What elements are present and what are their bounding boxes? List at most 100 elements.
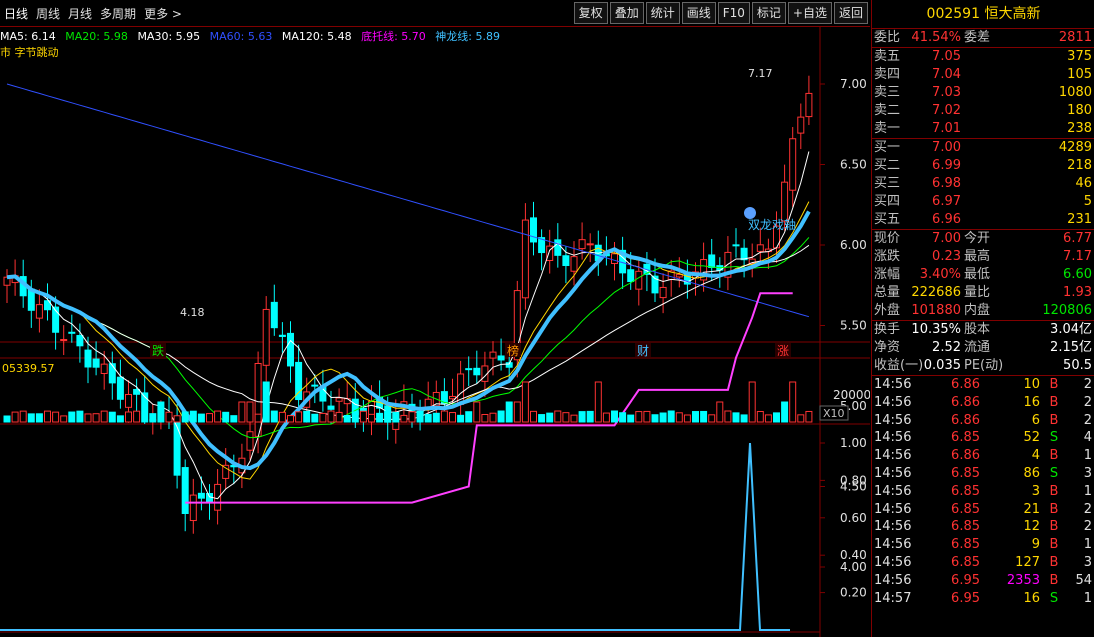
ask-row-3[interactable]: 卖二 7.02 180 (872, 102, 1094, 120)
volume-bar (270, 410, 278, 423)
volume-bar (440, 410, 448, 423)
tick-count: 2 (1083, 412, 1092, 428)
volume-bar (222, 411, 230, 423)
volume-bar (756, 410, 764, 423)
toolbar-button-6[interactable]: +自选 (787, 2, 832, 24)
tick-side: B (1049, 483, 1059, 499)
tick-list[interactable]: 14:56 6.86 10 B 2 14:56 6.86 16 B 2 14:56 6.86 6 B 2 14… (872, 376, 1094, 607)
volume-bar (287, 415, 294, 423)
toolbar-button-3[interactable]: 画线 (681, 2, 716, 24)
volume-bar (84, 413, 92, 423)
stat-label: 内盘 (964, 303, 991, 318)
ask-row-4[interactable]: 卖一 7.01 238 (872, 120, 1094, 138)
stat-label: 最低 (964, 267, 991, 282)
tick-row: 14:56 6.86 16 B 2 (872, 394, 1094, 412)
volume-bar (789, 381, 797, 423)
candle-body (287, 332, 294, 367)
high-label: 7.17 (748, 67, 773, 80)
period-tab-4[interactable]: 更多 > (144, 7, 182, 21)
bid-row-4[interactable]: 买五 6.96 231 (872, 211, 1094, 229)
fund-label: 股本 (964, 322, 991, 337)
tick-price: 6.85 (951, 465, 980, 481)
volume-bar (133, 410, 141, 423)
candle-body (554, 239, 562, 256)
ma30-line (6, 244, 810, 421)
period-tab-2[interactable]: 月线 (68, 7, 92, 21)
candle-body (611, 253, 618, 264)
ask-row-0[interactable]: 卖五 7.05 375 (872, 48, 1094, 66)
volume-bar (675, 412, 683, 423)
tick-row: 14:56 6.85 86 S 3 (872, 465, 1094, 483)
toolbar-button-1[interactable]: 叠加 (609, 2, 644, 24)
kline-chart[interactable]: 7.507.006.506.005.505.004.504.007.174.18… (0, 0, 870, 637)
price-axis-label: 7.00 (840, 77, 867, 91)
volume-bar (513, 401, 521, 423)
bid-row-0[interactable]: 买一 7.00 4289 (872, 139, 1094, 157)
fund-value: 2.52 (932, 340, 961, 355)
bid-row-2[interactable]: 买三 6.98 46 (872, 175, 1094, 193)
ma20-value: MA20: 5.98 (65, 30, 128, 43)
stock-code: 002591 (926, 6, 980, 22)
tick-count: 2 (1083, 394, 1092, 410)
candle-body (84, 349, 92, 368)
bid-row-3-price: 6.97 (932, 194, 961, 209)
volume-unit-label: X10 (823, 407, 845, 420)
period-tab-0[interactable]: 日线 (4, 7, 28, 21)
bid-row-1[interactable]: 买二 6.99 218 (872, 157, 1094, 175)
period-tab-1[interactable]: 周线 (36, 7, 60, 21)
volume-bar (748, 381, 756, 423)
toolbar-button-4[interactable]: F10 (717, 2, 750, 24)
event-mark: 跌 (152, 343, 164, 358)
toolbar-button-5[interactable]: 标记 (751, 2, 786, 24)
tick-time: 14:56 (874, 412, 912, 428)
stock-title: 002591 恒大高新 (872, 0, 1094, 29)
tick-side: B (1049, 572, 1059, 588)
stat-value: 0.23 (932, 249, 961, 264)
stat-value: 6.60 (1063, 267, 1092, 282)
volume-bar (262, 381, 270, 423)
bid-row-3[interactable]: 买四 6.97 5 (872, 193, 1094, 211)
stat-row-0: 现价 7.00 今开 6.77 (872, 230, 1094, 248)
fund-label: 净资 (874, 340, 901, 355)
candle-body (76, 335, 84, 347)
volume-bar (497, 410, 505, 423)
ask-row-2[interactable]: 卖三 7.03 1080 (872, 84, 1094, 102)
volume-bar (351, 411, 359, 423)
volume-bar (173, 415, 181, 423)
candle-body (578, 239, 586, 250)
tick-price: 6.86 (951, 412, 980, 428)
tick-volume: 12 (1023, 519, 1040, 535)
signal-label: 双龙戏轴 (748, 217, 796, 232)
toolbar-button-2[interactable]: 统计 (645, 2, 680, 24)
tick-count: 2 (1083, 519, 1092, 535)
ask-row-4-price: 7.01 (932, 121, 961, 136)
volume-bar (68, 411, 76, 423)
candle-body (570, 256, 578, 272)
volume-bar (206, 413, 213, 423)
tick-side: B (1049, 501, 1059, 517)
stat-value: 7.00 (932, 231, 961, 246)
candle-body (586, 243, 594, 246)
ma60-line (6, 83, 810, 318)
tick-price: 6.85 (951, 483, 980, 499)
weicha-label: 委差 (964, 30, 991, 45)
bid-row-4-price: 6.96 (932, 212, 961, 227)
volume-bar (60, 415, 68, 423)
period-tab-3[interactable]: 多周期 (100, 7, 136, 21)
bid-row-2-label: 买三 (874, 176, 901, 191)
toolbar-button-7[interactable]: 返回 (833, 2, 868, 24)
volume-bar (683, 414, 691, 423)
ask-book: 卖五 7.05 375 卖四 7.04 105 卖三 7.03 1080 卖二 7.02 180 卖一 7… (872, 48, 1094, 139)
fund-value: 10.35% (911, 322, 961, 337)
stat-value: 120806 (1042, 303, 1092, 318)
bid-row-0-price: 7.00 (932, 140, 961, 155)
tick-side: S (1049, 590, 1059, 606)
ask-row-1[interactable]: 卖四 7.04 105 (872, 66, 1094, 84)
candle-body (92, 358, 100, 368)
toolbar-button-0[interactable]: 复权 (573, 2, 608, 24)
candle-body (116, 376, 124, 400)
tick-row: 14:56 6.85 9 B 1 (872, 536, 1094, 554)
tick-side: B (1049, 537, 1059, 553)
ma60-value: MA60: 5.63 (209, 30, 273, 43)
price-axis-label: 6.00 (840, 238, 867, 252)
